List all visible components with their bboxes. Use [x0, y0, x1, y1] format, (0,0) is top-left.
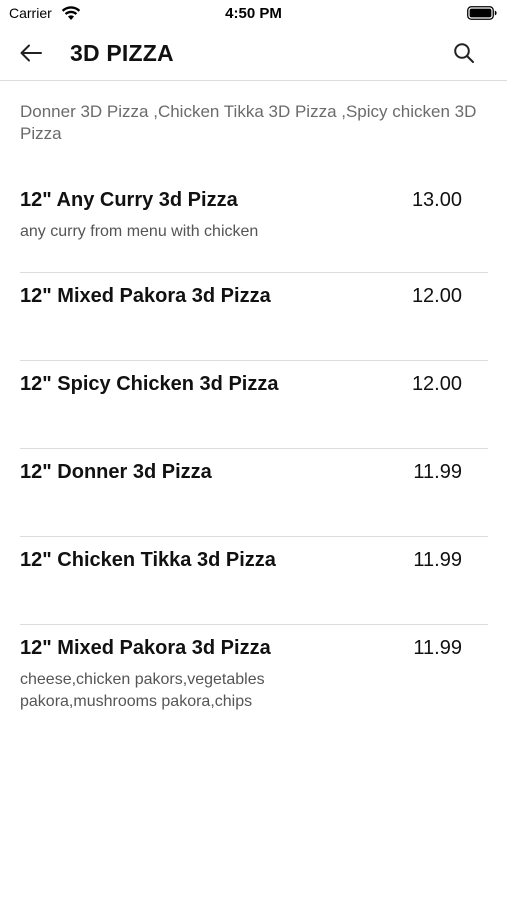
item-name: 12" Donner 3d Pizza: [20, 461, 212, 483]
item-name: 12" Mixed Pakora 3d Pizza: [20, 285, 271, 307]
menu-item-donner[interactable]: 12" Donner 3d Pizza 11.99: [20, 449, 488, 537]
search-icon: [454, 43, 474, 63]
item-name: 12" Chicken Tikka 3d Pizza: [20, 549, 276, 571]
page-title: 3D PIZZA: [70, 40, 174, 66]
menu-item-mixed-pakora-2[interactable]: 12" Mixed Pakora 3d Pizza 11.99 cheese,c…: [20, 625, 488, 745]
item-price: 11.99: [413, 549, 462, 571]
item-description: cheese,chicken pakors,vegetables pakora,…: [20, 671, 265, 710]
menu-item-any-curry[interactable]: 12" Any Curry 3d Pizza 13.00 any curry f…: [20, 177, 488, 273]
back-button[interactable]: [14, 38, 48, 68]
item-name: 12" Any Curry 3d Pizza: [20, 189, 238, 211]
item-price: 12.00: [411, 285, 462, 307]
battery-icon: [467, 6, 497, 20]
menu-item-spicy-chicken[interactable]: 12" Spicy Chicken 3d Pizza 12.00: [20, 361, 488, 449]
status-bar: Carrier 4:50 PM: [0, 0, 507, 28]
item-price: 11.99: [413, 637, 462, 659]
search-button[interactable]: [449, 38, 479, 68]
menu-item-mixed-pakora[interactable]: 12" Mixed Pakora 3d Pizza 12.00: [20, 273, 488, 361]
nav-bar: 3D PIZZA: [0, 28, 507, 81]
item-name: 12" Mixed Pakora 3d Pizza: [20, 637, 271, 659]
item-price: 12.00: [411, 373, 462, 395]
item-description: any curry from menu with chicken: [20, 223, 259, 240]
category-description: Donner 3D Pizza ,Chicken Tikka 3D Pizza …: [20, 102, 477, 143]
menu-item-chicken-tikka[interactable]: 12" Chicken Tikka 3d Pizza 11.99: [20, 537, 488, 625]
item-price: 13.00: [411, 189, 462, 211]
item-name: 12" Spicy Chicken 3d Pizza: [20, 373, 279, 395]
arrow-left-icon: [20, 44, 42, 62]
menu-list: 12" Any Curry 3d Pizza 13.00 any curry f…: [20, 177, 488, 745]
item-price: 11.99: [413, 461, 462, 483]
status-time: 4:50 PM: [225, 5, 282, 22]
